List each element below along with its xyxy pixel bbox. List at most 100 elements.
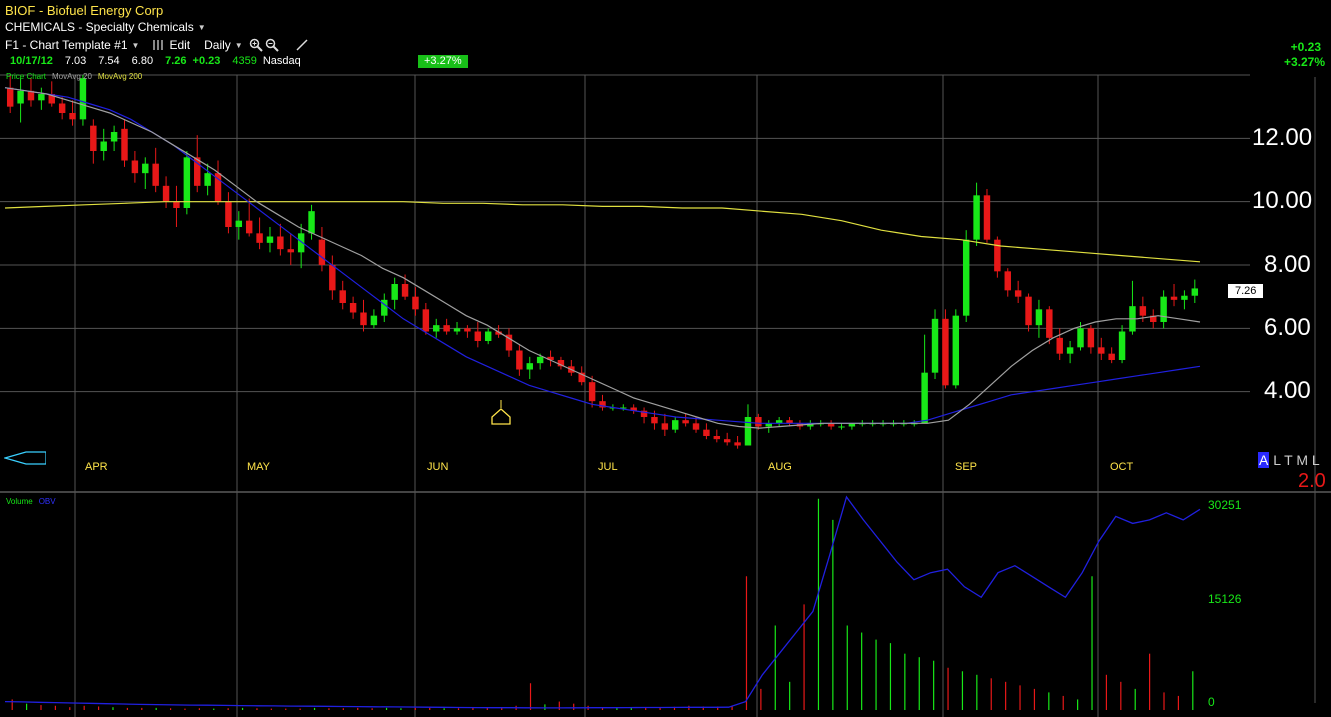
candle-body — [412, 296, 419, 310]
candle-body — [588, 382, 596, 402]
corner-value: 2.0 — [1298, 470, 1326, 492]
candle-body — [1098, 347, 1105, 354]
candle-body — [443, 325, 450, 332]
candle-body — [484, 331, 492, 341]
candle-body — [401, 284, 409, 297]
price-chart[interactable] — [0, 0, 1331, 717]
candle-body — [453, 328, 461, 332]
candle-body — [173, 201, 180, 208]
candle-body — [1087, 328, 1095, 348]
candle-body — [204, 173, 211, 186]
volume-tick-max: 30251 — [1208, 498, 1242, 512]
left-scroll-arrow-icon[interactable] — [4, 450, 46, 466]
candle-body — [183, 157, 191, 208]
candle-body — [235, 220, 243, 227]
candle-body — [225, 201, 232, 227]
candle-body — [651, 417, 658, 424]
candle-body — [100, 141, 107, 151]
price-tick-6: 6.00 — [1264, 314, 1311, 341]
candle-body — [755, 417, 762, 427]
price-tick-4: 4.00 — [1264, 377, 1311, 404]
candle-body — [131, 160, 139, 174]
ma200-line — [4, 201, 1201, 263]
price-tick-10: 10.00 — [1252, 187, 1313, 214]
candle-body — [713, 436, 721, 440]
candle-body — [318, 239, 326, 265]
candle-body — [526, 363, 533, 370]
candle-body — [661, 423, 669, 430]
candle-body — [672, 420, 679, 430]
candle-body — [962, 239, 970, 316]
candle-body — [692, 423, 700, 430]
candle-body — [360, 312, 367, 326]
candle-body — [983, 195, 991, 240]
candle-body — [734, 442, 741, 446]
candle-body — [277, 236, 284, 250]
candle-body — [931, 318, 939, 373]
candlesticks — [6, 75, 1199, 449]
candle-body — [464, 328, 471, 332]
price-legend: Price Chart MovAvg 20 MovAvg 200 — [6, 72, 142, 81]
candle-body — [973, 195, 980, 240]
alert-letter-a[interactable]: A — [1258, 452, 1270, 468]
legend-obv: OBV — [38, 497, 56, 506]
last-price-marker: 7.26 — [1228, 284, 1264, 298]
candle-body — [69, 113, 76, 120]
candle-body — [942, 318, 949, 386]
candle-body — [142, 163, 149, 174]
candle-body — [90, 125, 97, 151]
candle-body — [1035, 309, 1043, 326]
candle-body — [1139, 306, 1147, 316]
candle-body — [1014, 290, 1022, 297]
candle-body — [474, 331, 482, 341]
candle-body — [1004, 271, 1011, 291]
candle-body — [921, 372, 928, 424]
volume-legend: Volume OBV — [6, 497, 56, 506]
candle-body — [6, 87, 14, 107]
candle-body — [1056, 337, 1063, 354]
legend-movavg200: MovAvg 200 — [97, 72, 143, 81]
candle-body — [516, 350, 523, 370]
candle-body — [433, 325, 440, 332]
legend-movavg20: MovAvg 20 — [52, 72, 92, 81]
month-jul: JUL — [598, 461, 618, 473]
price-tick-8: 8.00 — [1264, 251, 1311, 278]
candle-body — [838, 426, 845, 428]
candle-body — [329, 265, 336, 291]
alert-toolbar[interactable]: A L T M L — [1258, 452, 1320, 468]
candle-body — [58, 103, 66, 113]
candle-body — [1170, 296, 1178, 300]
volume-tick-zero: 0 — [1208, 695, 1215, 709]
candle-body — [339, 290, 346, 303]
candle-body — [245, 220, 253, 234]
legend-price-chart: Price Chart — [6, 72, 47, 81]
candle-body — [952, 315, 960, 386]
month-aug: AUG — [768, 461, 792, 473]
candle-body — [121, 128, 128, 161]
candle-body — [703, 429, 710, 436]
candle-body — [1025, 296, 1032, 326]
candle-body — [256, 233, 263, 243]
month-sep: SEP — [955, 461, 978, 473]
candle-body — [1077, 328, 1084, 348]
annotation-marker-icon[interactable] — [490, 400, 512, 428]
month-oct: OCT — [1110, 461, 1134, 473]
candle-body — [422, 309, 430, 332]
candle-body — [349, 303, 357, 313]
corner-letters[interactable]: L T M L — [1269, 452, 1319, 468]
candle-body — [79, 78, 87, 120]
candle-body — [536, 356, 544, 364]
candle-body — [370, 315, 378, 326]
candle-body — [308, 211, 315, 234]
month-jun: JUN — [427, 461, 449, 473]
candle-body — [994, 239, 1001, 272]
candle-body — [110, 132, 118, 142]
month-apr: APR — [85, 461, 108, 473]
candle-body — [17, 90, 24, 104]
candle-body — [1181, 295, 1188, 300]
price-tick-12: 12.00 — [1252, 124, 1313, 151]
candle-body — [287, 249, 294, 253]
candle-body — [38, 94, 45, 101]
candle-body — [391, 284, 398, 300]
candle-body — [1160, 296, 1167, 322]
